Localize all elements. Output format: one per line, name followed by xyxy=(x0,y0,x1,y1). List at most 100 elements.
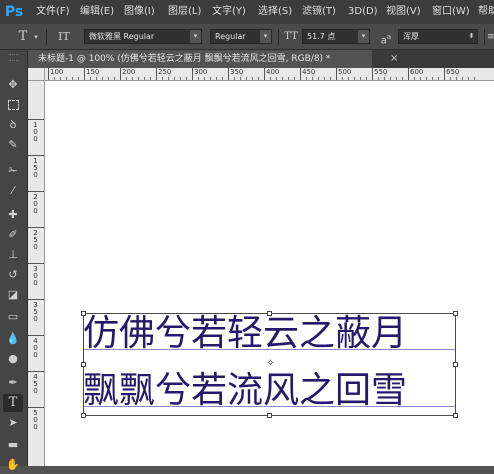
hand-tool-icon[interactable]: ✋ xyxy=(3,456,23,474)
menu-image[interactable]: 图像(I) xyxy=(124,0,155,24)
menu-view[interactable]: 视图(V) xyxy=(386,0,421,24)
ruler-label: 1 0 0 xyxy=(33,121,38,143)
ruler-minor-tick xyxy=(216,77,217,80)
ruler-label: 400 xyxy=(266,68,280,76)
ruler-minor-tick xyxy=(330,77,331,80)
ruler-minor-tick xyxy=(450,77,451,80)
vertical-ruler[interactable]: 1 0 0 1 5 0 2 0 0 2 5 0 3 0 0 3 5 0 4 0 0 4 5 0… xyxy=(28,81,45,466)
ruler-minor-tick xyxy=(96,77,97,80)
ruler-minor-tick xyxy=(318,77,319,80)
ruler-tick xyxy=(84,68,85,80)
eyedropper-tool-icon[interactable]: ⁄ xyxy=(3,182,23,200)
menu-layer[interactable]: 图层(L) xyxy=(168,0,201,24)
panel-grip[interactable] xyxy=(9,54,19,61)
ruler-tick xyxy=(28,299,44,300)
ruler-tick xyxy=(336,68,337,80)
anti-alias-select[interactable]: 浑厚 ⬍ xyxy=(398,29,478,44)
preset-chevron-icon[interactable]: ▾ xyxy=(32,27,40,47)
path-select-tool-icon[interactable]: ➤ xyxy=(3,414,23,432)
quick-select-tool-icon[interactable]: ✎ xyxy=(3,136,23,154)
eraser-tool-icon[interactable]: ◪ xyxy=(3,286,23,304)
transform-handle-tr[interactable] xyxy=(453,311,458,316)
ruler-label: 350 xyxy=(230,68,244,76)
ruler-label: 1 5 0 xyxy=(33,157,38,179)
ruler-minor-tick xyxy=(342,77,343,80)
move-tool-icon[interactable]: ✥ xyxy=(3,76,23,94)
ruler-minor-tick xyxy=(234,77,235,80)
history-brush-tool-icon[interactable]: ↺ xyxy=(3,266,23,284)
ruler-label: 150 xyxy=(86,68,100,76)
close-tab-icon[interactable]: × xyxy=(390,50,398,68)
ruler-minor-tick xyxy=(168,77,169,80)
ruler-minor-tick xyxy=(426,77,427,80)
brush-tool-icon[interactable]: ✐ xyxy=(3,226,23,244)
menu-window[interactable]: 窗口(W) xyxy=(432,0,470,24)
ruler-minor-tick xyxy=(294,77,295,80)
crop-tool-icon[interactable]: ✁ xyxy=(3,162,23,180)
transform-handle-t[interactable] xyxy=(267,311,272,316)
gradient-tool-icon[interactable]: ▭ xyxy=(3,308,23,326)
ruler-corner[interactable] xyxy=(28,68,45,81)
ruler-minor-tick xyxy=(384,77,385,80)
transform-handle-b[interactable] xyxy=(267,413,272,418)
font-family-select[interactable]: 微软雅黑 Regular ▾ xyxy=(84,29,202,44)
photoshop-logo: Ps xyxy=(4,4,24,20)
menu-help[interactable]: 帮助 xyxy=(478,0,494,24)
ruler-label: 500 xyxy=(338,68,352,76)
chevron-down-icon: ▾ xyxy=(190,30,201,43)
pen-tool-icon[interactable]: ✒ xyxy=(3,374,23,392)
transform-handle-bl[interactable] xyxy=(81,413,86,418)
shape-tool-icon[interactable]: ▬ xyxy=(3,436,23,454)
font-family-value: 微软雅黑 Regular xyxy=(89,32,155,41)
ruler-label: 2 0 0 xyxy=(33,193,38,215)
ruler-tick xyxy=(408,68,409,80)
horizontal-ruler[interactable]: 100 150 200 250 300 350 400 450 500 550 600 650 xyxy=(45,68,494,81)
ruler-minor-tick xyxy=(102,77,103,80)
ruler-minor-tick xyxy=(66,77,67,80)
ruler-label: 4 0 0 xyxy=(33,337,38,359)
menu-select[interactable]: 选择(S) xyxy=(258,0,292,24)
menu-filter[interactable]: 滤镜(T) xyxy=(302,0,336,24)
ruler-minor-tick xyxy=(258,77,259,80)
chevron-down-icon: ▾ xyxy=(358,30,369,43)
ruler-tick xyxy=(48,68,49,80)
marquee-tool-icon[interactable] xyxy=(3,96,23,114)
lasso-tool-icon[interactable]: ꝺ xyxy=(3,116,23,134)
font-size-select[interactable]: 51.7 点 ▾ xyxy=(302,29,370,44)
ruler-label: 250 xyxy=(158,68,172,76)
ruler-minor-tick xyxy=(468,77,469,80)
ruler-minor-tick xyxy=(456,77,457,80)
ruler-tick xyxy=(372,68,373,80)
menu-type[interactable]: 文字(Y) xyxy=(212,0,246,24)
document-tab-bar: 未标题-1 @ 100% (仿佛兮若轻云之蔽月 飘飘兮若流风之回雪, RGB/8… xyxy=(28,50,494,68)
document-canvas[interactable]: 仿佛兮若轻云之蔽月 飘飘兮若流风之回雪 ✧ xyxy=(45,81,494,466)
type-tool-icon[interactable]: T xyxy=(3,394,23,412)
transform-handle-r[interactable] xyxy=(453,362,458,367)
transform-handle-br[interactable] xyxy=(453,413,458,418)
ruler-minor-tick xyxy=(366,77,367,80)
transform-handle-tl[interactable] xyxy=(81,311,86,316)
type-tool-preset-icon[interactable]: T xyxy=(14,27,32,47)
anti-alias-icon: aa xyxy=(376,27,396,47)
menu-edit[interactable]: 编辑(E) xyxy=(80,0,114,24)
menu-file[interactable]: 文件(F) xyxy=(36,0,70,24)
reference-point-icon[interactable]: ✧ xyxy=(266,359,275,369)
blur-tool-icon[interactable]: 💧 xyxy=(3,330,23,348)
align-left-icon[interactable]: ≡ xyxy=(487,27,494,47)
text-orientation-icon[interactable]: IT xyxy=(54,27,74,47)
ruler-tick xyxy=(444,68,445,80)
stamp-tool-icon[interactable]: ⊥ xyxy=(3,246,23,264)
transform-handle-l[interactable] xyxy=(81,362,86,367)
document-tab[interactable]: 未标题-1 @ 100% (仿佛兮若轻云之蔽月 飘飘兮若流风之回雪, RGB/8… xyxy=(28,50,372,68)
ruler-minor-tick xyxy=(462,77,463,80)
font-style-select[interactable]: Regular ▾ xyxy=(210,29,272,44)
healing-tool-icon[interactable]: ✚ xyxy=(3,206,23,224)
ruler-label: 3 5 0 xyxy=(33,301,38,323)
ruler-tick xyxy=(228,68,229,80)
ruler-minor-tick xyxy=(126,77,127,80)
dodge-tool-icon[interactable]: ● xyxy=(3,350,23,368)
ruler-minor-tick xyxy=(132,77,133,80)
menu-3d[interactable]: 3D(D) xyxy=(348,0,378,24)
ruler-minor-tick xyxy=(60,77,61,80)
ruler-minor-tick xyxy=(324,77,325,80)
